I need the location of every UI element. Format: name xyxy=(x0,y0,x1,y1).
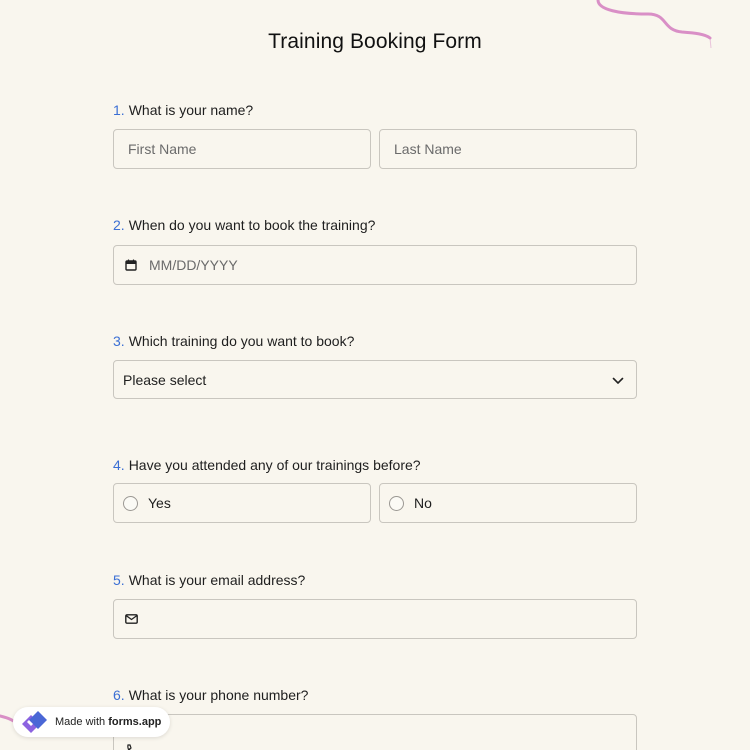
question-number: 1. xyxy=(113,102,125,118)
email-input[interactable] xyxy=(113,599,637,639)
chevron-down-icon xyxy=(612,372,624,388)
date-placeholder: MM/DD/YYYY xyxy=(149,257,238,273)
question-label: 5. What is your email address? xyxy=(113,570,637,590)
question-text: What is your email address? xyxy=(128,572,306,588)
training-select-value: Please select xyxy=(123,371,207,388)
question-text: Have you attended any of our trainings b… xyxy=(128,457,421,473)
first-name-input[interactable]: First Name xyxy=(113,129,371,169)
question-number: 5. xyxy=(113,572,125,588)
date-input[interactable]: MM/DD/YYYY xyxy=(113,245,637,285)
question-text: What is your name? xyxy=(128,102,254,118)
question-phone: 6. What is your phone number? xyxy=(113,685,637,705)
question-label: 1. What is your name? xyxy=(113,100,637,120)
question-training: 3. Which training do you want to book? xyxy=(113,331,637,351)
radio-circle[interactable] xyxy=(389,495,404,511)
radio-option-yes[interactable]: Yes xyxy=(113,483,371,523)
radio-circle[interactable] xyxy=(123,495,138,511)
question-label: 6. What is your phone number? xyxy=(113,685,637,705)
radio-label-no: No xyxy=(414,495,432,511)
question-text: Which training do you want to book? xyxy=(128,333,355,349)
question-email: 5. What is your email address? xyxy=(113,570,637,590)
question-number: 2. xyxy=(113,217,125,233)
phone-icon xyxy=(124,743,138,750)
last-name-placeholder: Last Name xyxy=(394,141,462,157)
mail-icon xyxy=(124,612,138,626)
question-number: 4. xyxy=(113,457,125,473)
question-date: 2. When do you want to book the training? xyxy=(113,215,637,235)
question-attended: 4. Have you attended any of our trainings… xyxy=(113,455,637,475)
question-text: What is your phone number? xyxy=(128,687,309,703)
badge-prefix: Made with xyxy=(55,716,106,728)
question-number: 3. xyxy=(113,333,125,349)
question-label: 2. When do you want to book the training? xyxy=(113,215,637,235)
calendar-icon xyxy=(124,258,138,272)
phone-input[interactable] xyxy=(113,714,637,750)
forms-app-logo xyxy=(22,711,47,733)
question-text: When do you want to book the training? xyxy=(128,217,376,233)
first-name-placeholder: First Name xyxy=(128,141,197,157)
radio-option-no[interactable]: No xyxy=(379,483,637,523)
question-number: 6. xyxy=(113,687,125,703)
last-name-input[interactable]: Last Name xyxy=(379,129,637,169)
question-name: 1. What is your name? xyxy=(113,100,637,120)
question-label: 4. Have you attended any of our trainings… xyxy=(113,455,637,475)
form-title: Training Booking Form xyxy=(268,30,482,53)
badge-brand: forms.app xyxy=(108,716,162,728)
made-with-badge[interactable]: Made with forms.app xyxy=(13,707,170,737)
question-label: 3. Which training do you want to book? xyxy=(113,331,637,351)
training-select[interactable]: Please select xyxy=(113,360,637,399)
radio-label-yes: Yes xyxy=(148,495,171,511)
